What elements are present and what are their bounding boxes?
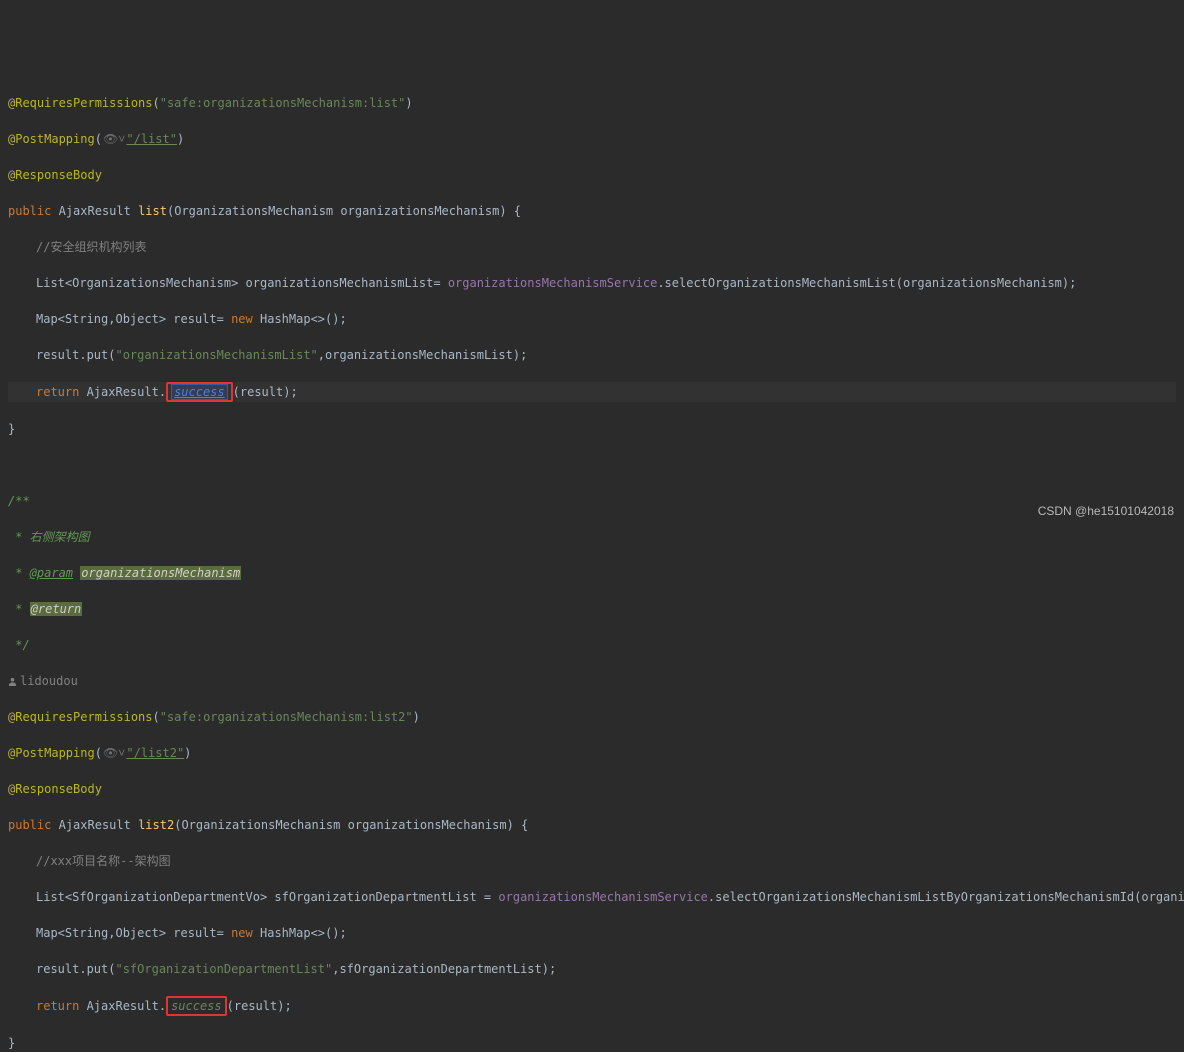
code-line: public AjaxResult list(OrganizationsMech…	[8, 202, 1176, 220]
field-ref: organizationsMechanismService	[448, 276, 658, 290]
string-literal: "organizationsMechanismList"	[115, 348, 317, 362]
code-line: public AjaxResult list2(OrganizationsMec…	[8, 816, 1176, 834]
code-line: Map<String,Object> result= new HashMap<>…	[8, 924, 1176, 942]
comment: //xxx项目名称--架构图	[36, 854, 171, 868]
url-string: "/list"	[126, 132, 177, 146]
string-literal: "sfOrganizationDepartmentList"	[115, 962, 332, 976]
doc-comment: */	[8, 638, 30, 652]
url-string: "/list2"	[126, 746, 184, 760]
code-line: */	[8, 636, 1176, 654]
annotation: @RequiresPermissions	[8, 96, 153, 110]
code-line: result.put("organizationsMechanismList",…	[8, 346, 1176, 364]
annotation: @ResponseBody	[8, 168, 102, 182]
person-icon	[8, 677, 17, 686]
comment: //安全组织机构列表	[36, 240, 146, 254]
blank-line	[8, 456, 1176, 474]
code-line: * 右侧架构图	[8, 528, 1176, 546]
code-line: * @return	[8, 600, 1176, 618]
string-literal: "safe:organizationsMechanism:list2"	[160, 710, 413, 724]
annotation: @PostMapping	[8, 132, 95, 146]
code-line: /**	[8, 492, 1176, 510]
eye-icon: 👁˅	[103, 130, 125, 148]
field-ref: organizationsMechanismService	[498, 890, 708, 904]
code-line: @PostMapping(👁˅"/list2")	[8, 744, 1176, 762]
code-line: }	[8, 1034, 1176, 1052]
code-line: //xxx项目名称--架构图	[8, 852, 1176, 870]
code-line: @ResponseBody	[8, 166, 1176, 184]
method-name: list2	[138, 818, 174, 832]
code-line: List<SfOrganizationDepartmentVo> sfOrgan…	[8, 888, 1176, 906]
method-name: list	[138, 204, 167, 218]
author-annotation: lidoudou	[8, 672, 1176, 690]
eye-icon: 👁˅	[103, 744, 125, 762]
doc-comment: * 右侧架构图	[8, 530, 90, 544]
code-line: Map<String,Object> result= new HashMap<>…	[8, 310, 1176, 328]
code-line: return AjaxResult.success(result);	[8, 996, 1176, 1016]
string-literal: "safe:organizationsMechanism:list"	[160, 96, 406, 110]
doc-comment: /**	[8, 494, 30, 508]
code-editor[interactable]: @RequiresPermissions("safe:organizations…	[8, 76, 1176, 1052]
code-line: return AjaxResult.success(result);	[8, 382, 1176, 402]
code-line: @RequiresPermissions("safe:organizations…	[8, 708, 1176, 726]
watermark: CSDN @he15101042018	[1038, 502, 1174, 520]
code-line: @RequiresPermissions("safe:organizations…	[8, 94, 1176, 112]
highlight-box: success	[166, 996, 227, 1016]
code-line: //安全组织机构列表	[8, 238, 1176, 256]
annotation: @PostMapping	[8, 746, 95, 760]
code-line: * @param organizationsMechanism	[8, 564, 1176, 582]
highlight-box: success	[166, 382, 233, 402]
code-line: result.put("sfOrganizationDepartmentList…	[8, 960, 1176, 978]
success-call: success	[171, 384, 228, 400]
annotation: @RequiresPermissions	[8, 710, 153, 724]
code-line: }	[8, 420, 1176, 438]
annotation: @ResponseBody	[8, 782, 102, 796]
doc-tag: @param	[30, 566, 73, 580]
doc-param-name: organizationsMechanism	[80, 566, 241, 580]
code-line: @ResponseBody	[8, 780, 1176, 798]
code-line: @PostMapping(👁˅"/list")	[8, 130, 1176, 148]
success-call: success	[171, 999, 222, 1013]
code-line: List<OrganizationsMechanism> organizatio…	[8, 274, 1176, 292]
doc-tag: @return	[30, 602, 83, 616]
